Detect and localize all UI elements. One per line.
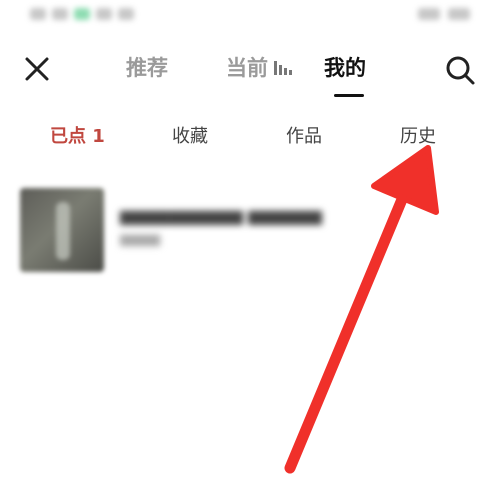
battery-icon (448, 8, 470, 20)
notification-icon (96, 8, 112, 20)
close-button[interactable] (22, 54, 52, 84)
top-navigation: 推荐 当前 我的 (0, 40, 498, 100)
sub-tab-ordered[interactable]: 已点 1 (50, 124, 105, 150)
status-icons-left (30, 8, 134, 20)
search-button[interactable] (444, 54, 476, 86)
song-subtitle-blurred: ▆▆▆▆ (120, 232, 160, 247)
app-status-icon (74, 8, 90, 20)
sub-tab-works[interactable]: 作品 (286, 124, 322, 150)
sub-tabs: 已点 1 收藏 作品 历史 (0, 124, 498, 154)
status-bar (0, 0, 498, 34)
song-cover-image (20, 188, 104, 272)
sub-tab-history[interactable]: 历史 (400, 124, 436, 150)
close-icon (25, 57, 49, 81)
song-title-blurred: ▆▆▆▆▆▆▆▆▆▆ ▆▆▆▆▆▆ (120, 206, 322, 225)
tab-current-label: 当前 (226, 56, 268, 80)
wifi-icon (52, 8, 68, 20)
signal-icon (30, 8, 46, 20)
equalizer-icon (274, 61, 292, 75)
song-list-item[interactable]: ▆▆▆▆▆▆▆▆▆▆ ▆▆▆▆▆▆ ▆▆▆▆ (20, 188, 460, 272)
tab-mine-label: 我的 (324, 56, 366, 80)
tab-current[interactable]: 当前 (226, 54, 292, 82)
tab-recommend[interactable]: 推荐 (126, 54, 168, 82)
sub-tab-favorites[interactable]: 收藏 (172, 124, 208, 150)
search-icon (446, 56, 475, 85)
tab-mine[interactable]: 我的 (324, 54, 366, 97)
tab-recommend-label: 推荐 (126, 56, 168, 80)
notification-icon (118, 8, 134, 20)
time-display (418, 8, 440, 20)
status-icons-right (418, 8, 470, 20)
